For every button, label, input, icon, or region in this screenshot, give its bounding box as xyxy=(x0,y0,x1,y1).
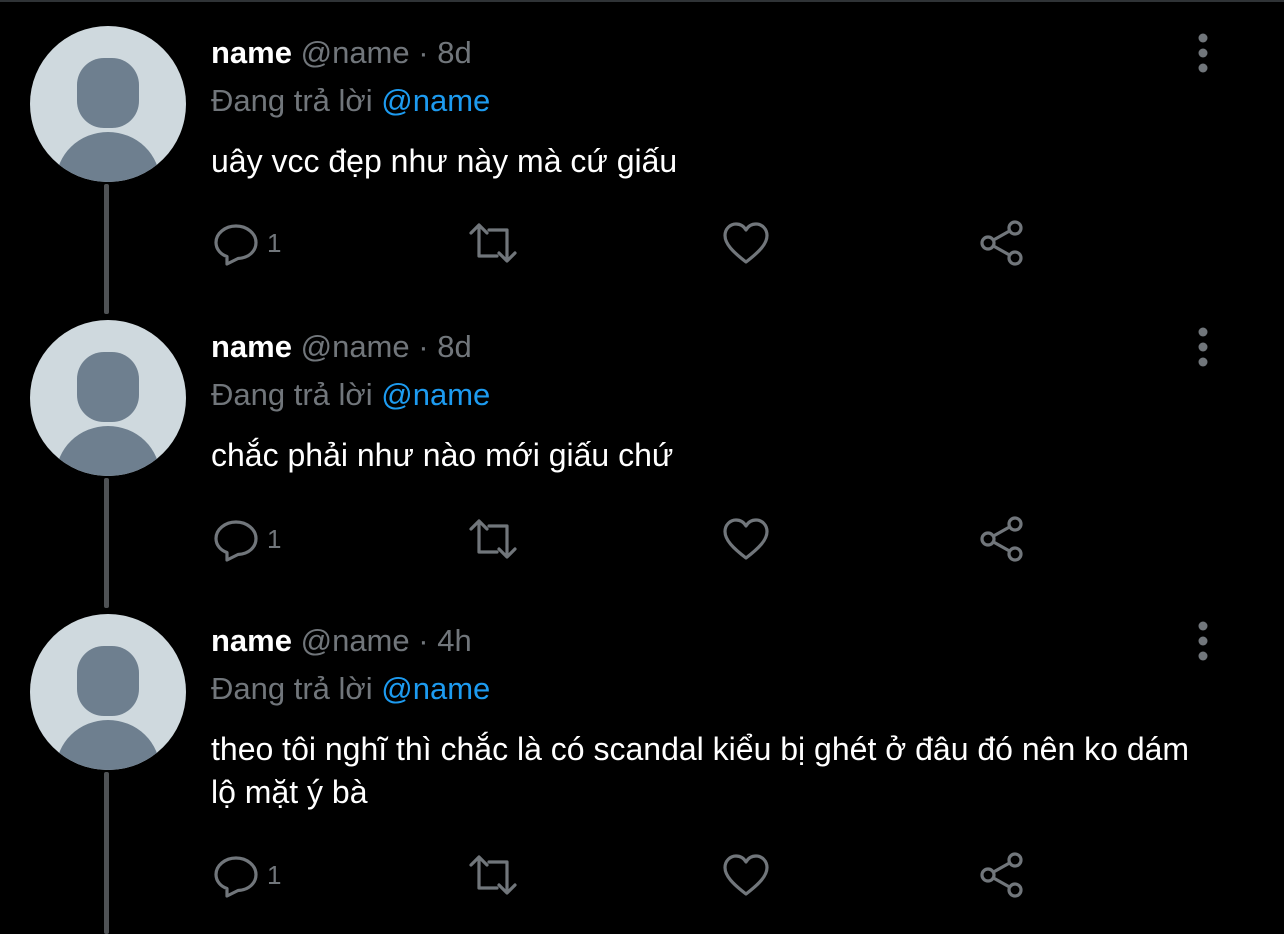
share-button[interactable] xyxy=(977,218,1027,268)
heart-icon xyxy=(723,854,769,896)
reply-prefix: Đang trả lời xyxy=(211,83,373,118)
tweet[interactable]: name @name · 8d Đang trả lời @name chắc … xyxy=(0,294,1284,588)
tweet-header: name @name · 4h xyxy=(211,622,472,660)
retweet-button[interactable] xyxy=(465,218,521,268)
avatar[interactable] xyxy=(30,614,186,770)
share-icon xyxy=(980,516,1023,562)
tweet-timestamp[interactable]: 8d xyxy=(437,35,471,70)
tweet-header: name @name · 8d xyxy=(211,328,472,366)
reply-prefix: Đang trả lời xyxy=(211,377,373,412)
tweet-actions: 1 xyxy=(211,850,1041,900)
like-button[interactable] xyxy=(721,850,771,900)
reply-button[interactable]: 1 xyxy=(211,850,281,900)
tweet-text: chắc phải như nào mới giấu chứ xyxy=(211,437,674,473)
tweet-timestamp[interactable]: 8d xyxy=(437,329,471,364)
tweet-header: name @name · 8d xyxy=(211,34,472,72)
avatar[interactable] xyxy=(30,26,186,182)
tweet-text: uây vcc đẹp như này mà cứ giấu xyxy=(211,143,678,179)
reply-icon xyxy=(214,224,258,266)
tweet[interactable]: name @name · 4h Đang trả lời @name theo … xyxy=(0,588,1284,934)
default-avatar-icon xyxy=(56,352,160,476)
separator-dot: · xyxy=(418,35,429,70)
user-handle[interactable]: @name xyxy=(301,329,410,364)
retweet-button[interactable] xyxy=(465,514,521,564)
retweet-icon xyxy=(469,519,517,559)
more-vertical-icon xyxy=(1198,327,1208,367)
reply-context: Đang trả lời @name xyxy=(211,376,490,414)
heart-icon xyxy=(723,222,769,264)
reply-count: 1 xyxy=(267,523,282,554)
display-name[interactable]: name xyxy=(211,35,292,70)
separator-dot: · xyxy=(418,623,429,658)
user-handle[interactable]: @name xyxy=(301,623,410,658)
retweet-icon xyxy=(469,223,517,263)
more-options-button[interactable] xyxy=(1188,618,1218,664)
tweet-actions: 1 xyxy=(211,514,1041,564)
avatar[interactable] xyxy=(30,320,186,476)
tweet-actions: 1 xyxy=(211,218,1041,268)
reply-mention-link[interactable]: @name xyxy=(381,83,490,118)
more-options-button[interactable] xyxy=(1188,324,1218,370)
reply-count: 1 xyxy=(267,859,282,890)
reply-context: Đang trả lời @name xyxy=(211,670,490,708)
like-button[interactable] xyxy=(721,514,771,564)
reply-icon xyxy=(214,520,258,562)
like-button[interactable] xyxy=(721,218,771,268)
default-avatar-icon xyxy=(56,646,160,770)
separator-dot: · xyxy=(418,329,429,364)
tweet-timestamp[interactable]: 4h xyxy=(437,623,471,658)
reply-mention-link[interactable]: @name xyxy=(381,377,490,412)
retweet-icon xyxy=(469,855,517,895)
more-vertical-icon xyxy=(1198,33,1208,73)
default-avatar-icon xyxy=(56,58,160,182)
reply-mention-link[interactable]: @name xyxy=(381,671,490,706)
share-icon xyxy=(980,220,1023,266)
reply-button[interactable]: 1 xyxy=(211,514,281,564)
tweet-text: theo tôi nghĩ thì chắc là có scandal kiể… xyxy=(211,731,1190,810)
user-handle[interactable]: @name xyxy=(301,35,410,70)
display-name[interactable]: name xyxy=(211,329,292,364)
more-options-button[interactable] xyxy=(1188,30,1218,76)
share-button[interactable] xyxy=(977,514,1027,564)
display-name[interactable]: name xyxy=(211,623,292,658)
reply-icon xyxy=(214,856,258,898)
reply-prefix: Đang trả lời xyxy=(211,671,373,706)
reply-button[interactable]: 1 xyxy=(211,218,281,268)
share-button[interactable] xyxy=(977,850,1027,900)
retweet-button[interactable] xyxy=(465,850,521,900)
more-vertical-icon xyxy=(1198,621,1208,661)
tweet[interactable]: name @name · 8d Đang trả lời @name uây v… xyxy=(0,0,1284,294)
reply-context: Đang trả lời @name xyxy=(211,82,490,120)
reply-count: 1 xyxy=(267,227,282,258)
heart-icon xyxy=(723,518,769,560)
share-icon xyxy=(980,852,1023,898)
